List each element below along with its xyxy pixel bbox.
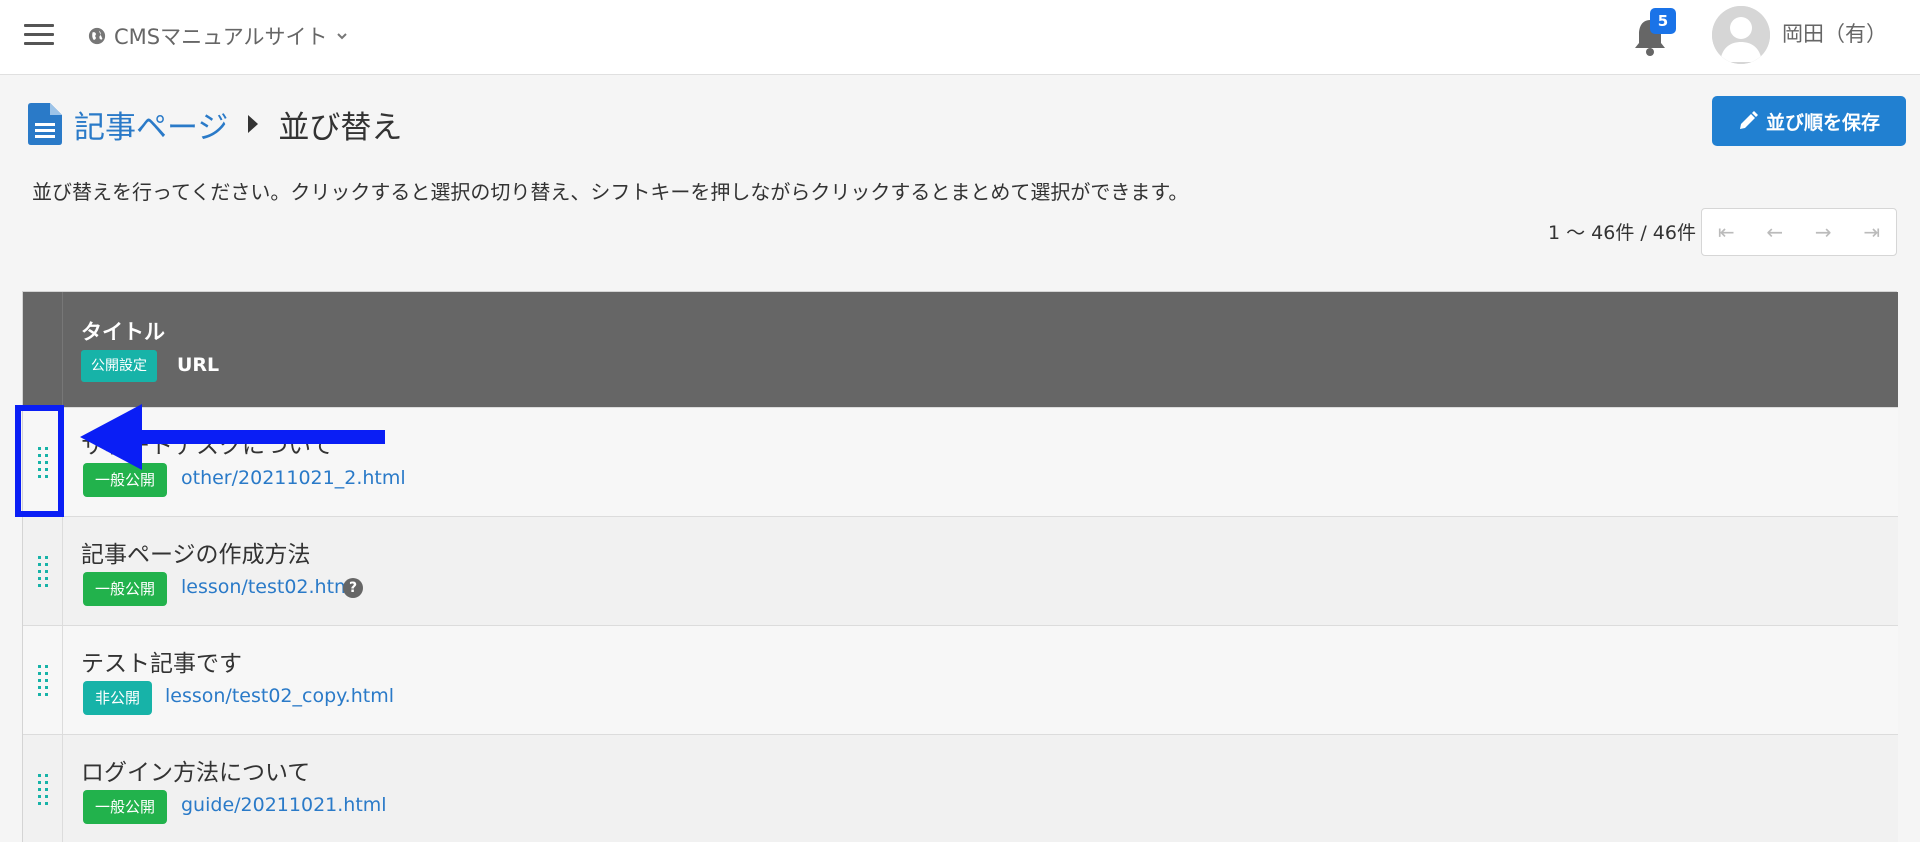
drag-handle[interactable] [23, 626, 63, 734]
annotation-arrow-icon [80, 404, 385, 470]
instruction-text: 並び替えを行ってください。クリックすると選択の切り替え、シフトキーを押しながらク… [32, 180, 1189, 204]
site-name: CMSマニュアルサイト [114, 25, 328, 49]
globe-icon [88, 27, 106, 45]
pagination: ⇤ ← → ⇥ [1701, 208, 1897, 256]
prev-page-button[interactable]: ← [1751, 209, 1800, 255]
row-url-link[interactable]: other/20211021_2.html [181, 467, 406, 489]
notification-badge: 5 [1650, 8, 1676, 34]
row-url-link[interactable]: lesson/test02.html [181, 576, 358, 598]
user-name[interactable]: 岡田（有） [1782, 18, 1887, 48]
status-badge: 一般公開 [83, 572, 168, 606]
status-badge: 非公開 [83, 681, 153, 715]
table-row[interactable]: ログイン方法について 一般公開 guide/20211021.html [23, 734, 1898, 842]
sort-table: タイトル 公開設定 URL サポートデスクについて 一般公開 other/202… [22, 291, 1898, 842]
site-selector[interactable]: CMSマニュアルサイト [88, 20, 349, 52]
hamburger-menu-icon[interactable] [24, 24, 54, 48]
next-page-button[interactable]: → [1799, 209, 1848, 255]
breadcrumb: 記事ページ 並び替え [28, 102, 402, 146]
first-page-button[interactable]: ⇤ [1702, 209, 1751, 255]
pencil-icon [1739, 111, 1758, 129]
table-row[interactable]: テスト記事です 非公開 lesson/test02_copy.html [23, 625, 1898, 734]
handle-column-header [23, 292, 63, 407]
breadcrumb-separator-icon [248, 115, 259, 133]
chevron-down-icon [337, 33, 348, 40]
column-header-status-badge: 公開設定 [81, 350, 157, 382]
status-badge: 一般公開 [83, 790, 168, 824]
annotation-highlight-box [15, 405, 64, 517]
top-bar: CMSマニュアルサイト 5 岡田（有） [0, 0, 1920, 75]
save-order-button[interactable]: 並び順を保存 [1712, 96, 1906, 146]
column-header-title: タイトル [81, 320, 165, 344]
row-title: テスト記事です [81, 651, 242, 677]
drag-grip-icon [38, 774, 48, 805]
column-header-url: URL [177, 354, 220, 376]
drag-handle[interactable] [23, 735, 63, 842]
drag-handle[interactable] [23, 517, 63, 625]
page-title: 並び替え [278, 109, 403, 146]
table-header: タイトル 公開設定 URL [23, 292, 1898, 407]
row-title: 記事ページの作成方法 [81, 542, 311, 568]
avatar[interactable] [1712, 6, 1770, 64]
drag-grip-icon [38, 665, 48, 696]
last-page-button[interactable]: ⇥ [1848, 209, 1897, 255]
user-icon [1712, 6, 1770, 64]
document-icon [28, 103, 62, 145]
save-order-label: 並び順を保存 [1765, 111, 1880, 134]
row-title: ログイン方法について [81, 760, 311, 786]
row-url-link[interactable]: guide/20211021.html [181, 794, 387, 816]
row-url-link[interactable]: lesson/test02_copy.html [165, 685, 394, 707]
drag-grip-icon [38, 556, 48, 587]
table-row[interactable]: 記事ページの作成方法 一般公開 lesson/test02.html ? [23, 516, 1898, 625]
breadcrumb-parent-link[interactable]: 記事ページ [74, 102, 228, 147]
help-icon[interactable]: ? [343, 578, 363, 598]
pager-count: 1 〜 46件 / 46件 [1547, 222, 1696, 244]
